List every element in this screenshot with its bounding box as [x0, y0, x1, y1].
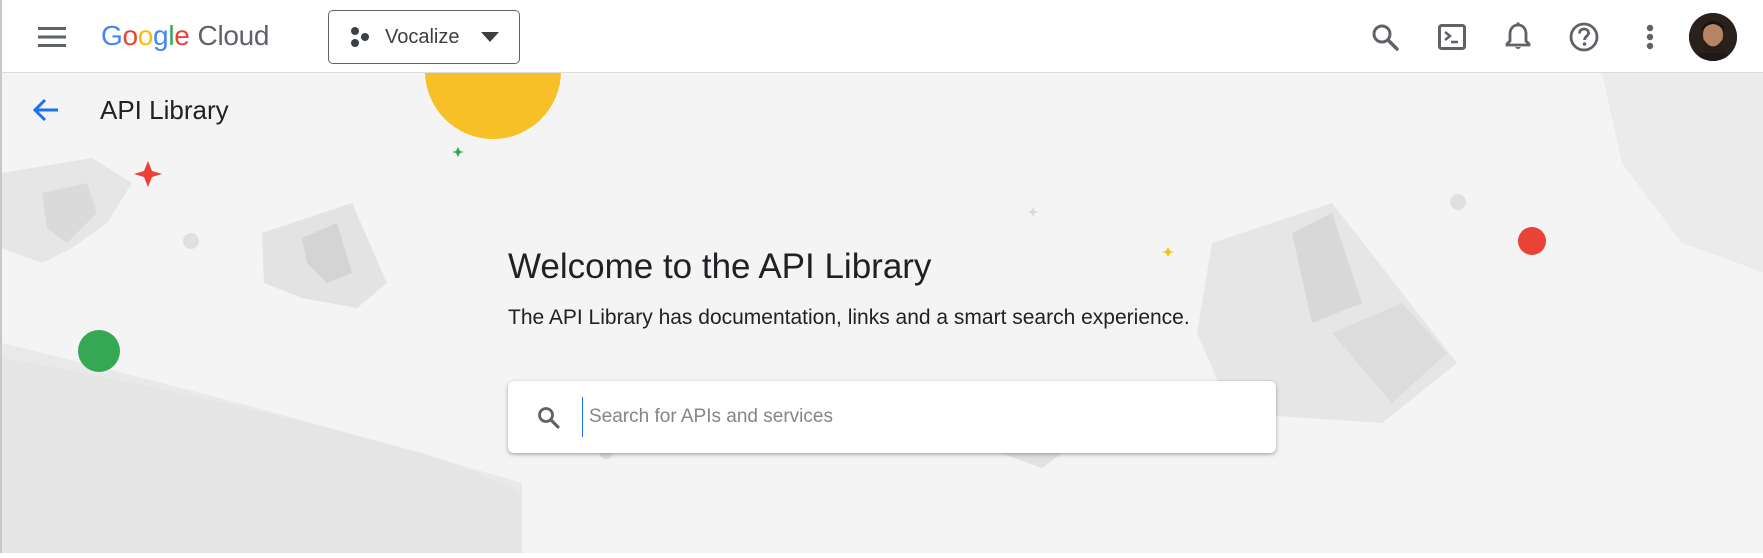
main-menu-button[interactable]: [33, 18, 71, 56]
cloud-wordmark: Cloud: [197, 20, 270, 51]
google-letter: G: [101, 20, 123, 51]
account-avatar[interactable]: [1689, 13, 1737, 61]
search-icon: [538, 407, 560, 429]
welcome-subtitle: The API Library has documentation, links…: [508, 306, 1190, 329]
more-vert-icon: [1646, 24, 1654, 50]
arrow-back-icon: [32, 98, 58, 122]
google-letter: o: [137, 20, 154, 51]
project-selector[interactable]: Vocalize: [328, 10, 520, 64]
google-letter: e: [174, 20, 190, 51]
google-letter: g: [153, 20, 169, 51]
cloud-shell-button[interactable]: [1429, 14, 1475, 60]
google-cloud-logo[interactable]: Google Cloud: [101, 16, 270, 56]
search-button[interactable]: [1362, 14, 1408, 60]
chevron-down-icon: [481, 32, 499, 42]
project-icon: [351, 27, 369, 47]
welcome-heading: Welcome to the API Library: [508, 247, 932, 286]
more-options-button[interactable]: [1627, 14, 1673, 60]
back-button[interactable]: [26, 90, 66, 130]
menu-icon: [38, 27, 66, 47]
google-letter: o: [122, 20, 138, 51]
top-app-bar: Google Cloud Vocalize: [0, 0, 1763, 73]
notifications-button[interactable]: [1495, 14, 1541, 60]
search-icon: [1372, 24, 1399, 51]
api-search-input[interactable]: [582, 397, 1252, 437]
google-wordmark: Google: [101, 20, 190, 52]
page-title: API Library: [100, 95, 229, 125]
help-icon: [1569, 22, 1599, 52]
cloud-shell-icon: [1438, 24, 1466, 50]
notifications-icon: [1505, 22, 1531, 49]
api-search-box[interactable]: [508, 381, 1276, 453]
avatar-icon: [1689, 13, 1737, 61]
bottom-edge: [0, 553, 1763, 558]
project-name: Vocalize: [385, 25, 460, 48]
api-library-page: API Library Welcome to the API Library T…: [0, 73, 1763, 553]
help-button[interactable]: [1561, 14, 1607, 60]
